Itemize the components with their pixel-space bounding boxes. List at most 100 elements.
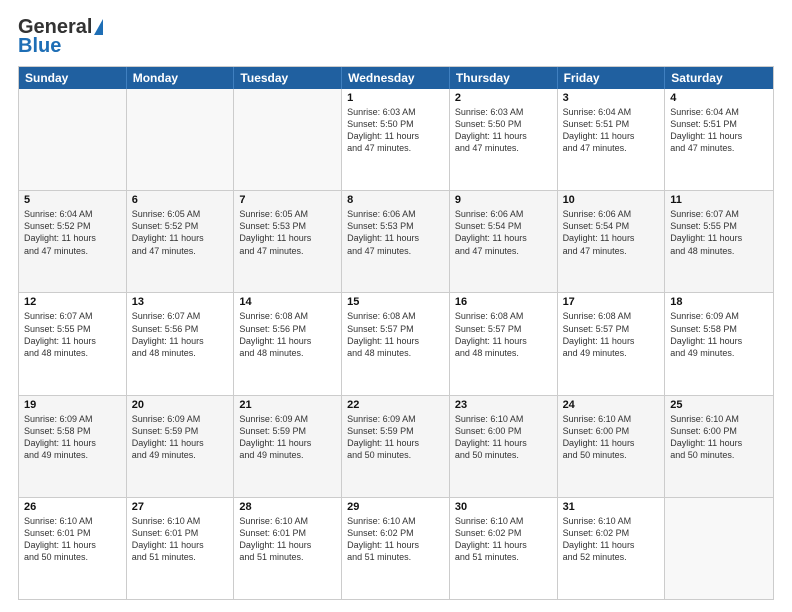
day-info-line: Sunrise: 6:09 AM	[239, 414, 308, 424]
empty-cell	[665, 498, 773, 599]
day-info-line: and 48 minutes.	[239, 348, 303, 358]
day-info-line: and 49 minutes.	[670, 348, 734, 358]
day-number: 19	[24, 399, 121, 411]
day-info-line: Sunset: 5:50 PM	[455, 119, 522, 129]
day-number: 1	[347, 92, 444, 104]
day-number: 7	[239, 194, 336, 206]
day-cell-22: 22Sunrise: 6:09 AMSunset: 5:59 PMDayligh…	[342, 396, 450, 497]
day-info-line: Daylight: 11 hours	[563, 540, 635, 550]
day-info-line: Sunrise: 6:05 AM	[239, 209, 308, 219]
day-info-line: Sunset: 5:57 PM	[563, 324, 630, 334]
day-info-line: and 47 minutes.	[347, 143, 411, 153]
logo-blue-text: Blue	[18, 35, 61, 58]
day-info: Sunrise: 6:10 AMSunset: 6:01 PMDaylight:…	[24, 515, 121, 564]
day-info-line: Sunrise: 6:03 AM	[347, 107, 416, 117]
day-info-line: Sunrise: 6:08 AM	[239, 311, 308, 321]
day-info-line: Sunrise: 6:10 AM	[239, 516, 308, 526]
empty-cell	[19, 89, 127, 190]
day-number: 30	[455, 501, 552, 513]
day-info: Sunrise: 6:08 AMSunset: 5:56 PMDaylight:…	[239, 310, 336, 359]
day-cell-15: 15Sunrise: 6:08 AMSunset: 5:57 PMDayligh…	[342, 293, 450, 394]
day-info-line: and 50 minutes.	[24, 552, 88, 562]
day-info-line: Daylight: 11 hours	[347, 131, 419, 141]
day-info-line: and 47 minutes.	[670, 143, 734, 153]
day-info-line: Sunset: 5:59 PM	[132, 426, 199, 436]
day-number: 20	[132, 399, 229, 411]
day-info-line: Sunset: 5:58 PM	[670, 324, 737, 334]
day-number: 4	[670, 92, 768, 104]
day-cell-21: 21Sunrise: 6:09 AMSunset: 5:59 PMDayligh…	[234, 396, 342, 497]
day-info-line: Daylight: 11 hours	[455, 336, 527, 346]
day-info-line: Sunrise: 6:07 AM	[132, 311, 201, 321]
day-info-line: Sunrise: 6:05 AM	[132, 209, 201, 219]
day-cell-23: 23Sunrise: 6:10 AMSunset: 6:00 PMDayligh…	[450, 396, 558, 497]
day-info-line: and 47 minutes.	[563, 143, 627, 153]
day-info-line: Sunrise: 6:06 AM	[347, 209, 416, 219]
day-info-line: Sunrise: 6:07 AM	[670, 209, 739, 219]
day-info-line: Sunrise: 6:06 AM	[563, 209, 632, 219]
empty-cell	[127, 89, 235, 190]
day-info: Sunrise: 6:03 AM Sunset: 5:50 PM Daylight:…	[347, 106, 444, 155]
day-info: Sunrise: 6:06 AMSunset: 5:54 PMDaylight:…	[455, 208, 552, 257]
day-info: Sunrise: 6:10 AMSunset: 6:02 PMDaylight:…	[563, 515, 660, 564]
day-info-line: Daylight: 11 hours	[239, 540, 311, 550]
day-info: Sunrise: 6:09 AMSunset: 5:58 PMDaylight:…	[670, 310, 768, 359]
day-info-line: Daylight: 11 hours	[239, 438, 311, 448]
day-number: 6	[132, 194, 229, 206]
calendar-week-2: 5Sunrise: 6:04 AMSunset: 5:52 PMDaylight…	[19, 191, 773, 293]
day-info-line: Sunset: 6:02 PM	[455, 528, 522, 538]
day-cell-5: 5Sunrise: 6:04 AMSunset: 5:52 PMDaylight…	[19, 191, 127, 292]
day-info-line: Sunset: 6:02 PM	[347, 528, 414, 538]
day-header-thursday: Thursday	[450, 67, 558, 89]
day-info-line: Sunset: 5:54 PM	[563, 221, 630, 231]
day-info: Sunrise: 6:10 AMSunset: 6:01 PMDaylight:…	[132, 515, 229, 564]
day-info-line: Sunrise: 6:10 AM	[347, 516, 416, 526]
day-info-line: Daylight: 11 hours	[24, 540, 96, 550]
day-cell-13: 13Sunrise: 6:07 AMSunset: 5:56 PMDayligh…	[127, 293, 235, 394]
day-info: Sunrise: 6:09 AM Sunset: 5:59 PM Daylight:…	[239, 413, 336, 462]
day-info-line: Daylight: 11 hours	[670, 131, 742, 141]
day-info-line: Sunrise: 6:08 AM	[347, 311, 416, 321]
day-info-line: Sunset: 6:00 PM	[455, 426, 522, 436]
day-number: 31	[563, 501, 660, 513]
day-number: 14	[239, 296, 336, 308]
day-info-line: Sunset: 5:59 PM	[239, 426, 306, 436]
day-info-line: and 48 minutes.	[347, 348, 411, 358]
day-header-tuesday: Tuesday	[234, 67, 342, 89]
day-info-line: Sunrise: 6:10 AM	[563, 516, 632, 526]
day-info-line: Sunset: 5:53 PM	[347, 221, 414, 231]
day-number: 25	[670, 399, 768, 411]
day-cell-16: 16Sunrise: 6:08 AMSunset: 5:57 PMDayligh…	[450, 293, 558, 394]
day-cell-28: 28Sunrise: 6:10 AMSunset: 6:01 PMDayligh…	[234, 498, 342, 599]
day-info-line: Daylight: 11 hours	[347, 336, 419, 346]
day-info-line: Sunrise: 6:04 AM	[24, 209, 93, 219]
day-info: Sunrise: 6:10 AMSunset: 6:02 PMDaylight:…	[347, 515, 444, 564]
day-info-line: Daylight: 11 hours	[24, 438, 96, 448]
day-number: 10	[563, 194, 660, 206]
day-info: Sunrise: 6:09 AMSunset: 5:58 PMDaylight:…	[24, 413, 121, 462]
day-cell-30: 30Sunrise: 6:10 AMSunset: 6:02 PMDayligh…	[450, 498, 558, 599]
day-info-line: and 50 minutes.	[347, 450, 411, 460]
day-info-line: Sunrise: 6:10 AM	[670, 414, 739, 424]
day-number: 9	[455, 194, 552, 206]
day-number: 27	[132, 501, 229, 513]
day-info-line: Sunrise: 6:07 AM	[24, 311, 93, 321]
day-header-sunday: Sunday	[19, 67, 127, 89]
day-info-line: Sunset: 5:54 PM	[455, 221, 522, 231]
day-cell-17: 17Sunrise: 6:08 AMSunset: 5:57 PMDayligh…	[558, 293, 666, 394]
day-info-line: and 47 minutes.	[455, 246, 519, 256]
day-info-line: Sunset: 5:52 PM	[24, 221, 91, 231]
day-cell-6: 6 Sunrise: 6:05 AMSunset: 5:52 PMDaylight…	[127, 191, 235, 292]
day-info: Sunrise: 6:07 AMSunset: 5:56 PMDaylight:…	[132, 310, 229, 359]
day-info-line: and 49 minutes.	[24, 450, 88, 460]
day-header-wednesday: Wednesday	[342, 67, 450, 89]
calendar-week-1: 1 Sunrise: 6:03 AM Sunset: 5:50 PM Daylight…	[19, 89, 773, 191]
day-info-line: and 48 minutes.	[132, 348, 196, 358]
day-number: 23	[455, 399, 552, 411]
day-info-line: Sunset: 5:50 PM	[347, 119, 414, 129]
day-info: Sunrise: 6:09 AMSunset: 5:59 PMDaylight:…	[347, 413, 444, 462]
day-info: Sunrise: 6:05 AMSunset: 5:52 PMDaylight:…	[132, 208, 229, 257]
day-cell-9: 9 Sunrise: 6:06 AMSunset: 5:54 PMDaylight…	[450, 191, 558, 292]
day-info-line: Daylight: 11 hours	[24, 233, 96, 243]
day-info-line: Sunset: 6:01 PM	[24, 528, 91, 538]
